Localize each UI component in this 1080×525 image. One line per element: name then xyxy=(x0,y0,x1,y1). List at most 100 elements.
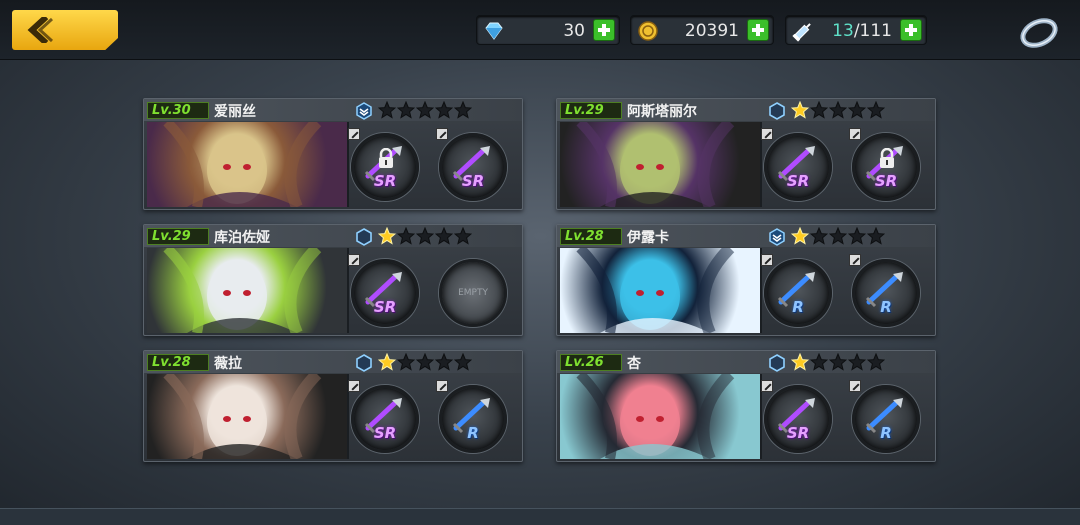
add-gold-button[interactable] xyxy=(747,19,769,41)
equip-tag-icon xyxy=(348,128,360,140)
rarity-label: R xyxy=(792,298,804,316)
character-name: 阿斯塔丽尔 xyxy=(627,104,697,120)
star-rating xyxy=(791,353,885,371)
character-card[interactable]: Lv.28 伊露卡 R R xyxy=(556,224,936,336)
star-filled-icon xyxy=(378,227,396,245)
portrait-art xyxy=(576,374,735,459)
star-empty-icon xyxy=(397,227,415,245)
equip-tag-icon xyxy=(436,380,448,392)
equip-tag-icon xyxy=(436,128,448,140)
rarity-label: R xyxy=(880,298,892,316)
weapon-slot[interactable]: R xyxy=(849,254,920,327)
star-empty-icon xyxy=(435,227,453,245)
level-badge: Lv.29 xyxy=(560,102,622,119)
star-filled-icon xyxy=(791,227,809,245)
card-header: Lv.29 库泊佐娅 xyxy=(144,225,522,247)
empty-label: EMPTY xyxy=(458,288,488,298)
star-empty-icon xyxy=(829,101,847,119)
stamina-count: 13/111 xyxy=(832,21,892,41)
weapon-slot[interactable]: SR xyxy=(761,128,832,201)
chevron-left-icon xyxy=(27,17,54,43)
rarity-label: R xyxy=(880,424,892,442)
weapon-slot[interactable]: R xyxy=(761,254,832,327)
empty-weapon-slot[interactable]: EMPTY xyxy=(439,259,507,327)
character-portrait[interactable] xyxy=(560,248,762,333)
star-empty-icon xyxy=(848,227,866,245)
star-empty-icon xyxy=(867,101,885,119)
star-rating xyxy=(378,101,472,119)
level-badge: Lv.28 xyxy=(560,228,622,245)
rank-hex-icon xyxy=(769,354,785,372)
card-header: Lv.26 杏 xyxy=(557,351,935,373)
rarity-label: R xyxy=(467,424,479,442)
add-diamonds-button[interactable] xyxy=(593,19,615,41)
star-rating xyxy=(378,227,472,245)
character-card[interactable]: Lv.28 薇拉 SR R xyxy=(143,350,523,462)
weapon-slot[interactable]: R xyxy=(849,380,920,453)
equip-tag-icon xyxy=(849,128,861,140)
rank-chevron-icon xyxy=(769,228,785,246)
star-empty-icon xyxy=(867,227,885,245)
star-empty-icon xyxy=(810,227,828,245)
lock-icon xyxy=(880,148,894,168)
gold-counter: 20391 xyxy=(630,15,774,45)
portrait-art xyxy=(163,248,322,333)
weapon-slot[interactable]: SR xyxy=(436,128,507,201)
ring-icon xyxy=(1020,18,1058,48)
portrait-art xyxy=(163,122,322,207)
back-button[interactable] xyxy=(12,10,118,50)
character-name: 库泊佐娅 xyxy=(214,230,270,246)
character-name: 爱丽丝 xyxy=(214,104,256,120)
equip-tag-icon xyxy=(761,128,773,140)
rarity-label: SR xyxy=(461,172,485,190)
star-empty-icon xyxy=(416,353,434,371)
weapon-slot[interactable]: SR xyxy=(348,128,419,201)
star-empty-icon xyxy=(810,353,828,371)
weapon-slot[interactable]: SR xyxy=(849,128,920,201)
weapon-slot[interactable]: SR xyxy=(348,380,419,453)
add-stamina-button[interactable] xyxy=(900,19,922,41)
card-header: Lv.28 薇拉 xyxy=(144,351,522,373)
equip-tag-icon xyxy=(348,254,360,266)
star-empty-icon xyxy=(810,101,828,119)
top-bar: 30 20391 13/111 xyxy=(0,0,1080,60)
star-rating xyxy=(791,227,885,245)
character-portrait[interactable] xyxy=(147,122,349,207)
lock-icon xyxy=(379,148,393,168)
star-empty-icon xyxy=(378,101,396,119)
character-portrait[interactable] xyxy=(560,374,762,459)
card-header: Lv.30 爱丽丝 xyxy=(144,99,522,121)
weapon-slot[interactable]: SR xyxy=(348,254,419,327)
character-name: 杏 xyxy=(627,356,641,372)
star-empty-icon xyxy=(829,227,847,245)
weapon-slot[interactable]: SR xyxy=(761,380,832,453)
star-empty-icon xyxy=(848,353,866,371)
character-name: 伊露卡 xyxy=(627,230,669,246)
equip-tag-icon xyxy=(761,254,773,266)
character-card[interactable]: Lv.30 爱丽丝 SR SR xyxy=(143,98,523,210)
rarity-label: SR xyxy=(874,172,898,190)
gold-coin-icon xyxy=(638,21,658,41)
character-card[interactable]: Lv.29 阿斯塔丽尔 SR SR xyxy=(556,98,936,210)
card-header: Lv.29 阿斯塔丽尔 xyxy=(557,99,935,121)
rarity-label: SR xyxy=(786,424,810,442)
character-card[interactable]: Lv.26 杏 SR R xyxy=(556,350,936,462)
star-empty-icon xyxy=(867,353,885,371)
rarity-label: SR xyxy=(373,424,397,442)
portrait-art xyxy=(576,122,735,207)
character-portrait[interactable] xyxy=(560,122,762,207)
weapon-slot[interactable]: R xyxy=(436,380,507,453)
character-portrait[interactable] xyxy=(147,248,349,333)
character-card[interactable]: Lv.29 库泊佐娅 SR EMPTY xyxy=(143,224,523,336)
diamond-icon xyxy=(485,22,503,40)
star-empty-icon xyxy=(454,353,472,371)
level-badge: Lv.28 xyxy=(147,354,209,371)
rarity-label: SR xyxy=(786,172,810,190)
level-badge: Lv.29 xyxy=(147,228,209,245)
level-badge: Lv.26 xyxy=(560,354,622,371)
settings-button[interactable] xyxy=(1018,12,1060,50)
star-empty-icon xyxy=(454,227,472,245)
syringe-icon xyxy=(792,23,811,42)
level-badge: Lv.30 xyxy=(147,102,209,119)
character-portrait[interactable] xyxy=(147,374,349,459)
